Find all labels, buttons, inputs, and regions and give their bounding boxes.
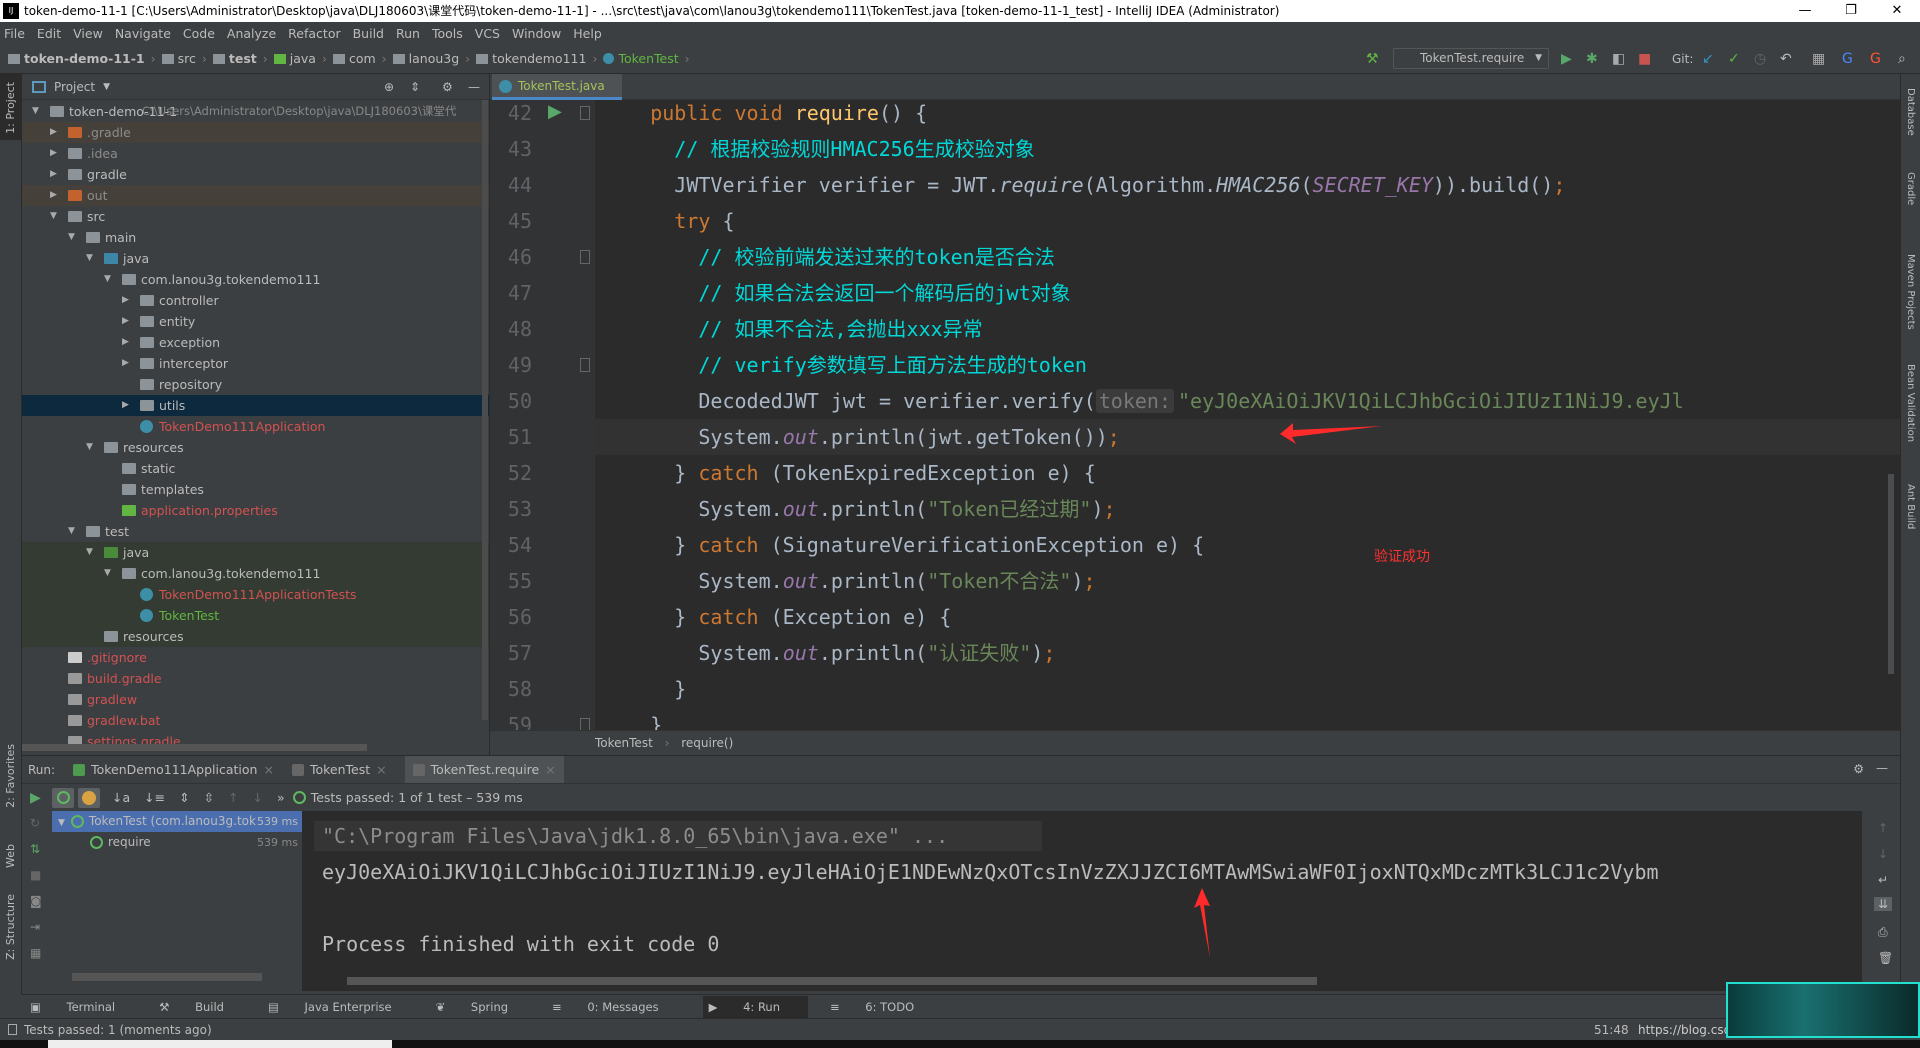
annotation-text: 验证成功 <box>1374 549 1430 565</box>
red-arrow-annotation <box>1194 888 1210 958</box>
red-arrow-annotation <box>1280 423 1382 444</box>
annotation-overlay <box>1194 423 1382 958</box>
